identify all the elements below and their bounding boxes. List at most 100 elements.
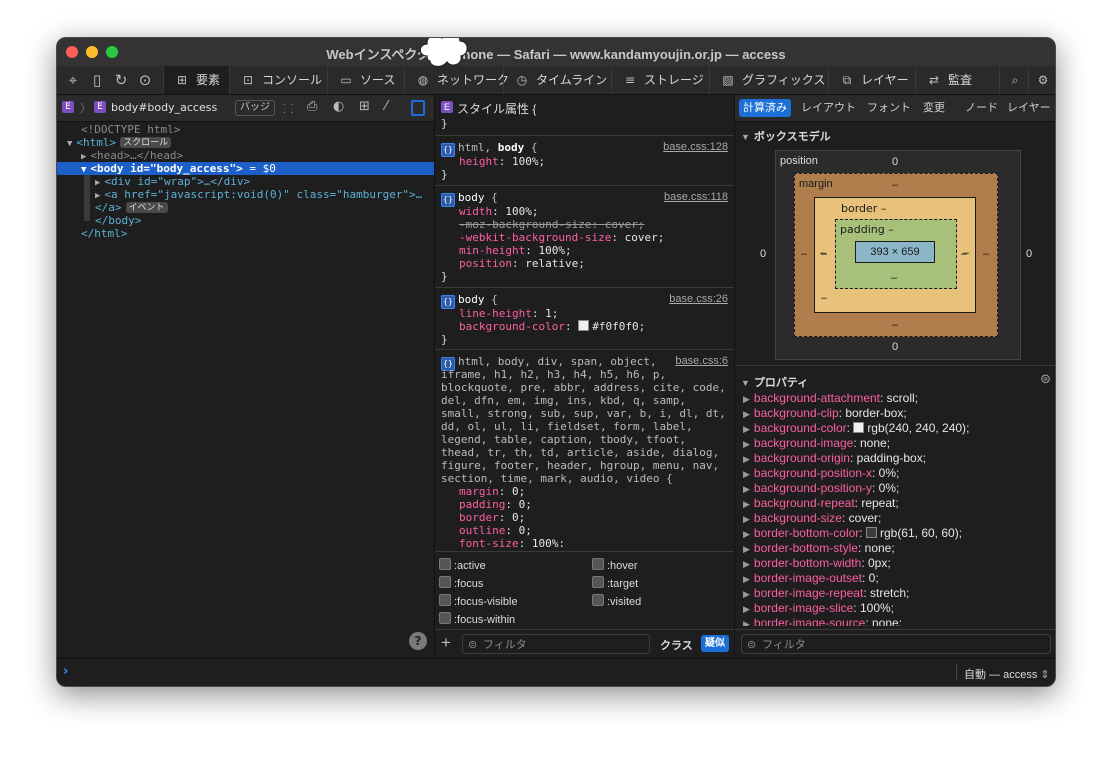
layers-icon: ⧉ xyxy=(842,73,852,87)
tab-elements[interactable]: ⊞ 要素 xyxy=(163,66,229,94)
computed-property[interactable]: ▶ border-image-source: none; xyxy=(743,616,902,626)
css-rule[interactable]: {} body { base.css:26 line-height: 1; bac… xyxy=(435,289,734,350)
styles-filter-input[interactable]: ⊜ フィルタ xyxy=(462,634,650,654)
breadcrumb[interactable]: body#body_access xyxy=(111,101,217,114)
computed-property[interactable]: ▶ border-bottom-style: none; xyxy=(743,541,895,555)
appearance-icon[interactable]: ◐ xyxy=(333,99,344,114)
html-node[interactable]: ▼ <html> スクロール xyxy=(67,136,172,149)
computed-property[interactable]: ▶ background-color: rgb(240, 240, 240); xyxy=(743,421,969,435)
boxmodel-section-header[interactable]: ▼ ボックスモデル xyxy=(741,128,831,144)
scroll-badge[interactable]: スクロール xyxy=(120,137,172,148)
computed-filter-input[interactable]: ⊜ フィルタ xyxy=(741,634,1051,654)
computed-property[interactable]: ▶ border-bottom-width: 0px; xyxy=(743,556,891,570)
tab-sources[interactable]: ▭ ソース xyxy=(327,66,404,94)
computed-property[interactable]: ▶ background-clip: border-box; xyxy=(743,406,907,420)
anchor-node[interactable]: ▶ <a href="javascript:void(0)" class="ham… xyxy=(95,188,422,201)
rule-source-link[interactable]: base.css:118 xyxy=(664,191,728,203)
computed-property[interactable]: ▶ border-image-slice: 100%; xyxy=(743,601,894,615)
sidebar-toggle-icon[interactable] xyxy=(411,100,425,116)
execution-context-select[interactable]: 自動 — access ⇕ xyxy=(964,666,1050,682)
pseudo-hover-checkbox[interactable]: :hover xyxy=(592,558,638,572)
event-badge[interactable]: イベント xyxy=(125,202,168,213)
body-close-node[interactable]: </body> xyxy=(95,214,141,227)
computed-property[interactable]: ▶ background-size: cover; xyxy=(743,511,881,525)
color-swatch[interactable] xyxy=(578,320,590,331)
properties-section-header[interactable]: ▼ プロパティ xyxy=(741,374,808,390)
download-icon[interactable]: ⊙ xyxy=(135,70,155,90)
disclosure-closed-icon[interactable]: ▶ xyxy=(81,152,86,162)
device-icon[interactable]: ▯ xyxy=(87,70,107,90)
tab-node[interactable]: ノード xyxy=(961,99,1002,117)
body-node-selected[interactable]: ▼ <body id="body_access"> = $0 xyxy=(57,162,434,175)
class-toggle-button[interactable]: クラス xyxy=(660,637,693,653)
border-box[interactable]: – border – – – padding – – – – 393 × 659 xyxy=(814,197,976,313)
color-swatch[interactable] xyxy=(853,422,865,433)
tab-changes[interactable]: 変更 xyxy=(919,99,949,117)
dom-tree: <!DOCTYPE html> ▼ <html> スクロール ▶ <head>…</h… xyxy=(57,123,434,243)
pseudo-focus-checkbox[interactable]: :focus xyxy=(439,576,483,590)
pseudo-active-checkbox[interactable]: :active xyxy=(439,558,486,572)
rule-source-link[interactable]: base.css:6 xyxy=(675,355,728,367)
disclosure-closed-icon[interactable]: ▶ xyxy=(95,191,100,201)
tab-console[interactable]: ⊡ コンソール xyxy=(229,66,327,94)
margin-box[interactable]: margin – – – – – border – – – padding – … xyxy=(794,173,998,337)
anchor-close-node[interactable]: </a> イベント xyxy=(95,201,168,214)
help-icon[interactable]: ? xyxy=(409,632,427,650)
computed-property[interactable]: ▶ background-attachment: scroll; xyxy=(743,391,918,405)
color-swatch[interactable] xyxy=(865,527,877,538)
grid-icon[interactable]: ⊞ xyxy=(359,99,370,114)
css-rule[interactable]: base.css:6 {} html, body, div, span, obje… xyxy=(435,351,734,547)
grid-overlay-icon[interactable]: ⸬ xyxy=(283,99,294,117)
computed-property[interactable]: ▶ background-position-x: 0%; xyxy=(743,466,899,480)
padding-box[interactable]: padding – – – – 393 × 659 xyxy=(820,219,969,289)
computed-property[interactable]: ▶ background-origin: padding-box; xyxy=(743,451,926,465)
tab-graphics[interactable]: ▨ グラフィックス xyxy=(709,66,828,94)
tab-fonts[interactable]: フォント xyxy=(863,99,915,117)
css-rule[interactable]: {} body { base.css:118 width: 100%; -moz-… xyxy=(435,187,734,288)
doctype-line[interactable]: <!DOCTYPE html> xyxy=(81,123,180,136)
pseudo-visited-checkbox[interactable]: :visited xyxy=(592,594,641,608)
computed-property[interactable]: ▶ background-repeat: repeat; xyxy=(743,496,899,510)
disclosure-open-icon[interactable]: ▼ xyxy=(67,139,72,149)
tab-layers[interactable]: ⧉ レイヤー xyxy=(828,66,915,94)
computed-property[interactable]: ▶ border-image-outset: 0; xyxy=(743,571,879,585)
disclosure-open-icon[interactable]: ▼ xyxy=(81,165,86,175)
tab-storage[interactable]: ≡ ストレージ xyxy=(611,66,709,94)
tab-computed[interactable]: 計算済み xyxy=(739,99,791,117)
computed-property[interactable]: ▶ border-image-repeat: stretch; xyxy=(743,586,909,600)
tab-layers[interactable]: レイヤー xyxy=(1003,99,1055,117)
tab-audit[interactable]: ⇄ 監査 xyxy=(915,66,999,94)
console-icon: ⊡ xyxy=(242,73,254,87)
add-rule-icon[interactable]: + xyxy=(441,633,451,653)
computed-property[interactable]: ▶ background-position-y: 0%; xyxy=(743,481,899,495)
search-button[interactable]: ⌕ xyxy=(999,66,1028,94)
brush-icon[interactable]: ⁄ xyxy=(385,99,387,114)
settings-button[interactable]: ⚙ xyxy=(1028,66,1055,94)
pseudo-focus-visible-checkbox[interactable]: :focus-visible xyxy=(439,594,518,608)
console-prompt-icon[interactable]: › xyxy=(63,664,68,679)
content-box[interactable]: 393 × 659 xyxy=(855,241,935,263)
css-rule[interactable]: {} html, body { base.css:128 height: 100%… xyxy=(435,137,734,186)
disclosure-closed-icon[interactable]: ▶ xyxy=(95,178,100,188)
tab-layout[interactable]: レイアウト xyxy=(797,99,860,117)
pseudo-focus-within-checkbox[interactable]: :focus-within xyxy=(439,612,515,626)
head-node[interactable]: ▶ <head>…</head> xyxy=(81,149,183,162)
html-close-node[interactable]: </html> xyxy=(81,227,127,240)
computed-property[interactable]: ▶ background-image: none; xyxy=(743,436,890,450)
pseudo-target-checkbox[interactable]: :target xyxy=(592,576,638,590)
div-wrap-node[interactable]: ▶ <div id="wrap">…</div> xyxy=(95,175,250,188)
badges-button[interactable]: バッジ xyxy=(235,100,275,116)
rule-source-link[interactable]: base.css:128 xyxy=(663,141,728,153)
reload-icon[interactable]: ↻ xyxy=(111,70,131,90)
computed-property[interactable]: ▶ border-bottom-color: rgb(61, 60, 60); xyxy=(743,526,962,540)
crosshair-icon[interactable]: ⌖ xyxy=(63,70,83,90)
filter-options-icon[interactable]: ⊜ xyxy=(1040,372,1051,387)
style-attribute-rule[interactable]: E スタイル属性 { } xyxy=(435,95,734,136)
console-input[interactable] xyxy=(77,662,947,682)
styles-filter-bar: + ⊜ フィルタ クラス 疑似 xyxy=(435,629,734,658)
tab-timeline[interactable]: ◷ タイムライン xyxy=(503,66,611,94)
rule-source-link[interactable]: base.css:26 xyxy=(669,293,728,305)
print-icon[interactable]: ⎙ xyxy=(307,99,317,114)
pseudo-toggle-button[interactable]: 疑似 xyxy=(701,635,729,652)
computed-filter-bar: ⊜ フィルタ xyxy=(735,629,1055,658)
